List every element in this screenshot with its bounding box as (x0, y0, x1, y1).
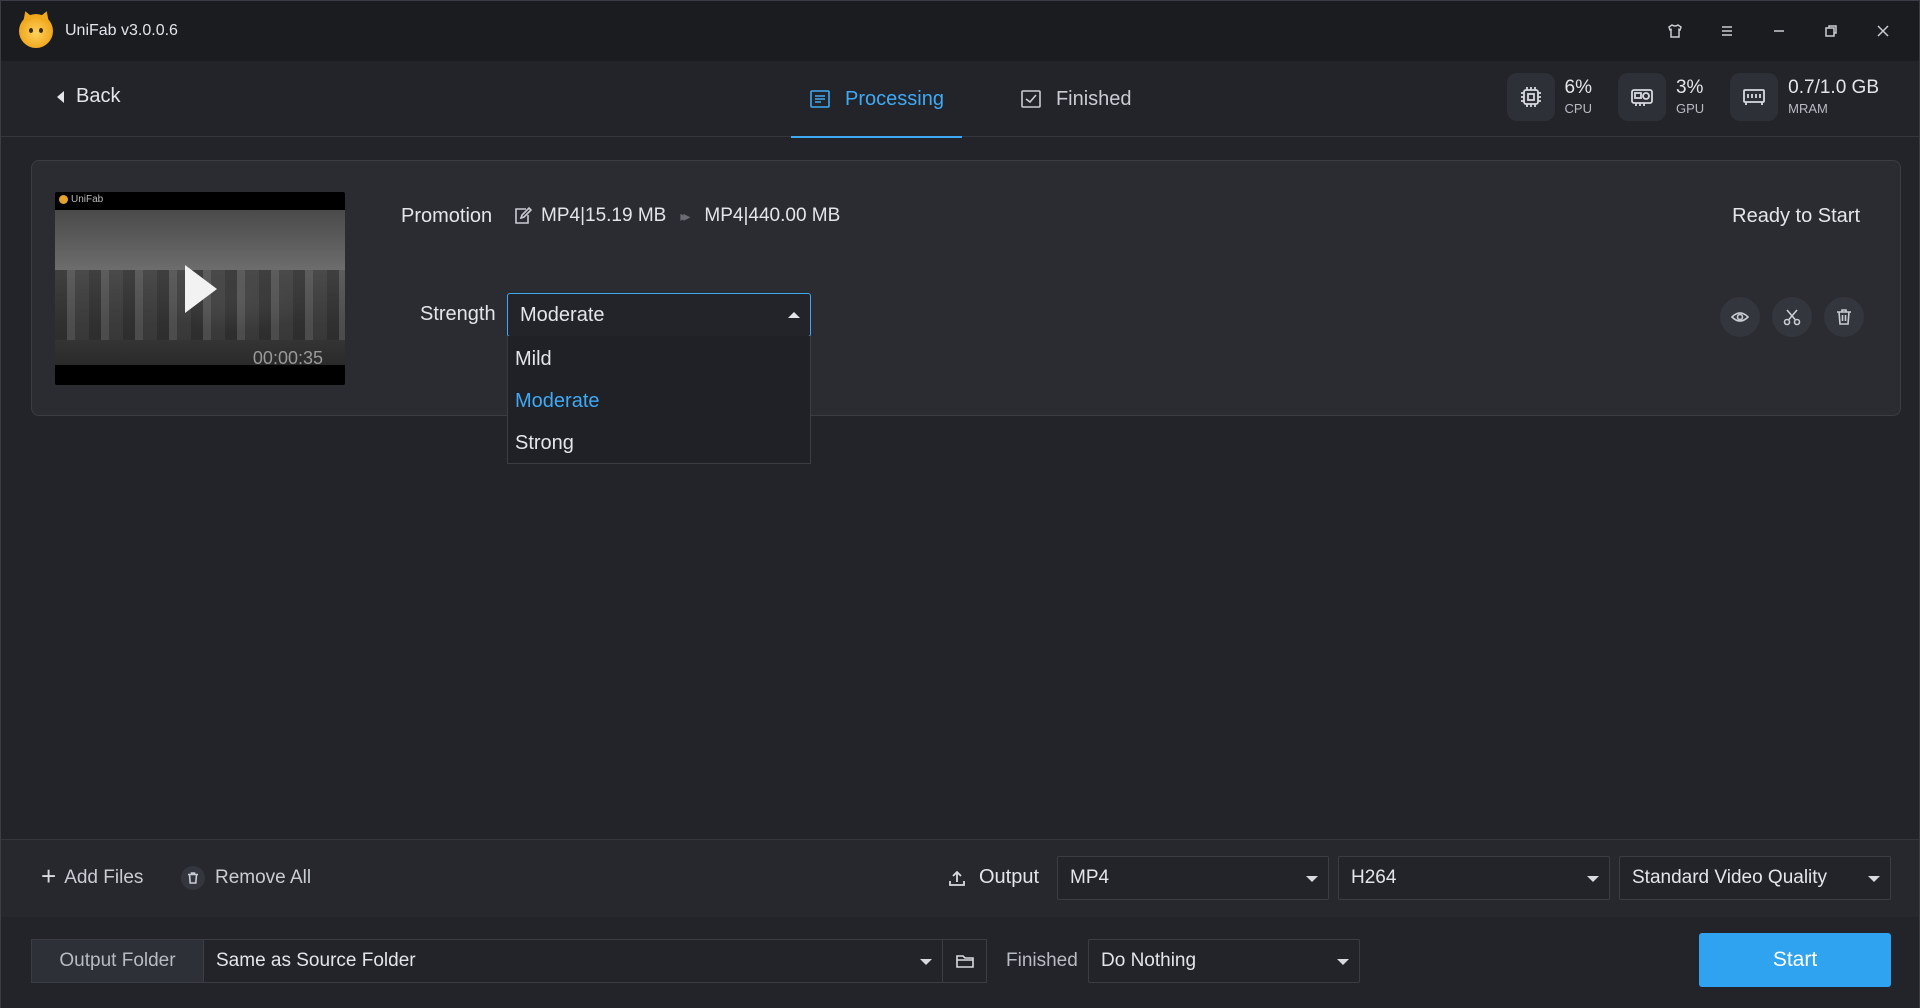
nav-bar: Back Processing Finished 6% CPU 3% GPU 0… (1, 61, 1919, 138)
plus-icon: + (41, 861, 57, 891)
list-icon (810, 90, 830, 108)
remove-all-button[interactable]: Remove All (181, 866, 311, 890)
strength-option-moderate[interactable]: Moderate (508, 380, 810, 422)
play-icon[interactable] (185, 265, 217, 313)
chevron-down-icon (1868, 876, 1880, 882)
output-folder-field: Output Folder Same as Source Folder (31, 939, 987, 983)
title-bar: UniFab v3.0.0.6 (1, 1, 1919, 61)
gpu-stat: 3% GPU (1617, 73, 1705, 121)
add-files-label: Add Files (64, 866, 144, 888)
gpu-label: GPU (1675, 101, 1705, 117)
tab-processing[interactable]: Processing (791, 61, 962, 138)
upload-icon (949, 870, 965, 886)
back-arrow-icon (57, 90, 64, 103)
cpu-value: 6% (1564, 76, 1592, 98)
preview-button[interactable] (1720, 297, 1760, 337)
chevron-down-icon (1337, 959, 1349, 965)
strength-option-strong[interactable]: Strong (508, 422, 810, 464)
app-window: UniFab v3.0.0.6 Back Processing Finished… (0, 0, 1920, 1008)
codec-value: H264 (1351, 867, 1397, 888)
add-files-button[interactable]: + Add Files (41, 861, 144, 891)
delete-button[interactable] (1824, 297, 1864, 337)
quality-select[interactable]: Standard Video Quality (1619, 856, 1891, 900)
trim-button[interactable] (1772, 297, 1812, 337)
app-title: UniFab v3.0.0.6 (65, 22, 178, 39)
close-icon[interactable] (1857, 11, 1909, 51)
output-label: Output (947, 866, 1039, 889)
tab-finished-label: Finished (1055, 87, 1132, 110)
cpu-icon (1506, 73, 1555, 121)
video-thumbnail[interactable]: UniFab 00:00:35 (55, 192, 345, 385)
edit-icon[interactable] (513, 206, 533, 226)
output-folder-select[interactable]: Same as Source Folder (204, 940, 942, 982)
output-folder-label: Output Folder (32, 940, 204, 982)
gpu-icon (1617, 73, 1666, 121)
tab-finished[interactable]: Finished (1002, 61, 1150, 137)
remove-all-label: Remove All (215, 867, 312, 888)
start-button[interactable]: Start (1699, 933, 1891, 987)
tab-bar: Processing Finished (791, 61, 1190, 138)
gpu-value: 3% (1675, 76, 1704, 98)
scissors-icon (1783, 309, 1801, 326)
unifab-logo-icon (19, 14, 53, 48)
trash-icon (181, 866, 205, 890)
chevron-down-icon (920, 959, 932, 965)
task-card: UniFab 00:00:35 Promotion MP4|15.19 MB ▸… (31, 160, 1901, 416)
task-actions (1720, 297, 1864, 337)
video-duration: 00:00:35 (252, 348, 323, 368)
minimize-icon[interactable] (1753, 11, 1805, 51)
back-button[interactable]: Back (57, 85, 120, 108)
eye-icon (1730, 312, 1750, 322)
source-format: MP4|15.19 MB (541, 205, 667, 226)
chevron-down-icon (1306, 876, 1318, 882)
codec-select[interactable]: H264 (1338, 856, 1610, 900)
strength-label: Strength (420, 303, 496, 325)
checkbox-icon (1021, 90, 1041, 108)
output-format: MP4|440.00 MB (704, 205, 841, 226)
back-label: Back (76, 85, 121, 107)
memory-label: MRAM (1788, 101, 1828, 117)
output-folder-value: Same as Source Folder (216, 950, 416, 971)
menu-icon[interactable] (1701, 11, 1753, 51)
memory-icon (1730, 73, 1779, 121)
file-toolbar: + Add Files Remove All Output MP4 H264 S… (1, 839, 1919, 917)
folder-icon (955, 955, 974, 968)
restore-icon[interactable] (1805, 11, 1857, 51)
strength-value: Moderate (520, 303, 605, 326)
footer-bar: Output Folder Same as Source Folder Fini… (1, 917, 1919, 1008)
strength-select[interactable]: Moderate (507, 293, 811, 337)
file-format-info: MP4|15.19 MB ▸▸ MP4|440.00 MB (513, 205, 840, 227)
cpu-label: CPU (1564, 101, 1592, 117)
convert-arrow-icon: ▸▸ (680, 207, 690, 224)
format-select[interactable]: MP4 (1057, 856, 1329, 900)
format-value: MP4 (1070, 867, 1110, 888)
shirt-icon[interactable] (1649, 11, 1701, 51)
chevron-down-icon (1587, 876, 1599, 882)
quality-value: Standard Video Quality (1632, 867, 1828, 888)
strength-dropdown: Mild Moderate Strong (507, 336, 811, 464)
caret-up-icon (788, 312, 800, 318)
file-name: Promotion (401, 205, 493, 227)
thumbnail-watermark: UniFab (59, 194, 103, 205)
finished-label: Finished (1006, 950, 1078, 971)
memory-stat: 0.7/1.0 GB MRAM (1730, 73, 1879, 121)
trash-icon (1837, 309, 1851, 325)
finished-action-value: Do Nothing (1101, 950, 1197, 971)
resource-stats: 6% CPU 3% GPU 0.7/1.0 GB MRAM (1506, 73, 1879, 121)
cpu-stat: 6% CPU (1506, 73, 1592, 121)
task-status: Ready to Start (1732, 205, 1860, 227)
strength-option-mild[interactable]: Mild (508, 338, 810, 380)
tab-processing-label: Processing (845, 87, 944, 110)
window-controls (1649, 11, 1909, 51)
finished-action-select[interactable]: Do Nothing (1088, 939, 1360, 983)
memory-value: 0.7/1.0 GB (1788, 76, 1879, 98)
browse-folder-button[interactable] (942, 940, 986, 982)
